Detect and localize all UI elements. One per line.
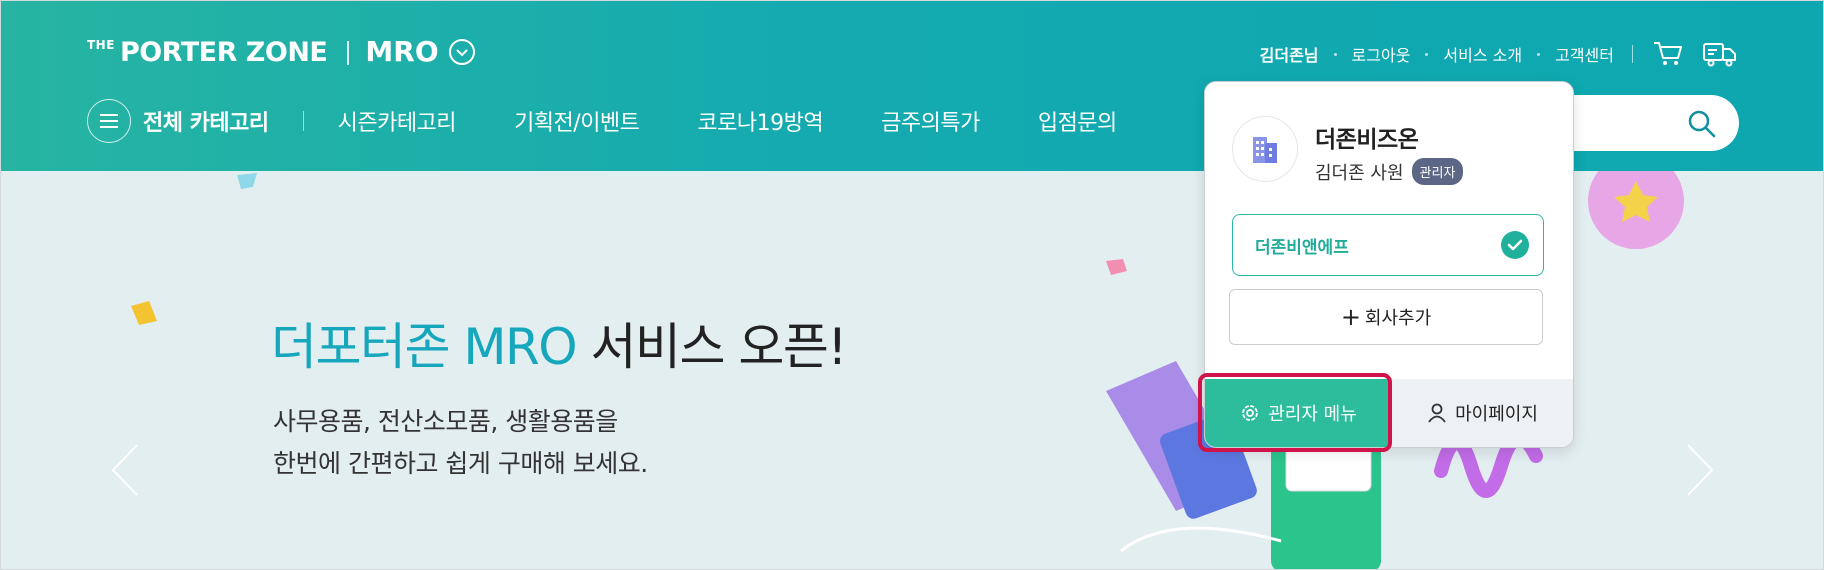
company-option-label: 더존비앤에프: [1255, 237, 1349, 258]
plus-icon: +: [1340, 303, 1361, 331]
confetti-shape: [237, 173, 257, 189]
site-logo[interactable]: THE PORTER ZONE MRO: [87, 35, 475, 68]
admin-menu-button[interactable]: 관리자 메뉴: [1205, 379, 1391, 447]
confetti-shape: [131, 301, 157, 325]
service-intro-link[interactable]: 서비스 소개: [1443, 42, 1522, 66]
separator-dot: [1333, 52, 1337, 56]
nav-item-partner-inquiry[interactable]: 입점문의: [1038, 105, 1117, 137]
check-icon: [1501, 231, 1529, 259]
banner-subtitle: 사무용품, 전산소모품, 생활용품을 한번에 간편하고 쉽게 구매해 보세요.: [273, 401, 648, 485]
page: THE PORTER ZONE MRO 김더존님 로그아웃 서비스 소개 고객센…: [0, 0, 1824, 570]
chevron-left-icon[interactable]: [111, 443, 139, 501]
user-icon: [1428, 403, 1446, 423]
banner-subtitle-line: 사무용품, 전산소모품, 생활용품을: [273, 407, 618, 436]
company-name: 더존비즈온: [1315, 127, 1419, 153]
divider: [1632, 45, 1633, 63]
nav-divider: [302, 111, 304, 131]
main-nav: 전체 카테고리 시즌카테고리 기획전/이벤트 코로나19방역 금주의특가 입점문…: [87, 99, 1175, 143]
add-company-label: 회사추가: [1364, 308, 1432, 329]
logout-link[interactable]: 로그아웃: [1352, 42, 1411, 66]
logo-name: PORTER ZONE: [119, 37, 328, 68]
hamburger-menu-icon[interactable]: [87, 99, 131, 143]
banner-title-accent: 더포터존 MRO: [271, 318, 578, 376]
customer-center-link[interactable]: 고객센터: [1555, 42, 1614, 66]
role-badge: 관리자: [1411, 158, 1464, 185]
confetti-shape: [1106, 259, 1127, 275]
swoosh-shape: [1120, 526, 1282, 553]
chevron-right-icon[interactable]: [1686, 443, 1714, 501]
search-icon[interactable]: [1687, 109, 1717, 143]
banner-title: 더포터존 MRO 서비스 오픈!: [271, 307, 848, 379]
user-greeting[interactable]: 김더존님: [1260, 42, 1319, 66]
logo-divider: [347, 41, 350, 65]
logo-service: MRO: [365, 35, 439, 68]
account-popup: 더존비즈온 김더존 사원 관리자 더존비앤에프 + 회사추가 관리자 메뉴 마이…: [1204, 81, 1574, 448]
banner-subtitle-line: 한번에 간편하고 쉽게 구매해 보세요.: [273, 449, 648, 478]
user-name: 김더존 사원: [1315, 162, 1404, 184]
popup-footer: 관리자 메뉴 마이페이지: [1205, 379, 1573, 447]
separator-dot: [1425, 52, 1429, 56]
admin-menu-label: 관리자 메뉴: [1268, 404, 1357, 425]
mypage-label: 마이페이지: [1455, 404, 1538, 425]
nav-item-covid-prevention[interactable]: 코로나19방역: [697, 105, 823, 137]
company-option-selected[interactable]: 더존비앤에프: [1232, 214, 1544, 276]
nav-item-events[interactable]: 기획전/이벤트: [514, 105, 640, 137]
delivery-truck-icon[interactable]: [1703, 41, 1737, 67]
nav-item-season-category[interactable]: 시즌카테고리: [338, 105, 457, 137]
banner-title-rest: 서비스 오픈!: [576, 318, 848, 376]
company-building-icon: [1232, 116, 1298, 182]
utility-menu: 김더존님 로그아웃 서비스 소개 고객센터: [1260, 41, 1737, 67]
add-company-button[interactable]: + 회사추가: [1229, 289, 1543, 345]
chevron-down-icon[interactable]: [448, 39, 475, 65]
user-info: 김더존 사원 관리자: [1315, 158, 1464, 185]
nav-item-weekly-deals[interactable]: 금주의특가: [881, 105, 980, 137]
mypage-button[interactable]: 마이페이지: [1391, 379, 1573, 447]
separator-dot: [1537, 52, 1541, 56]
logo-prefix: THE: [87, 38, 115, 52]
cart-icon[interactable]: [1653, 41, 1683, 67]
all-categories-button[interactable]: 전체 카테고리: [143, 105, 269, 137]
gear-icon: [1242, 405, 1259, 421]
